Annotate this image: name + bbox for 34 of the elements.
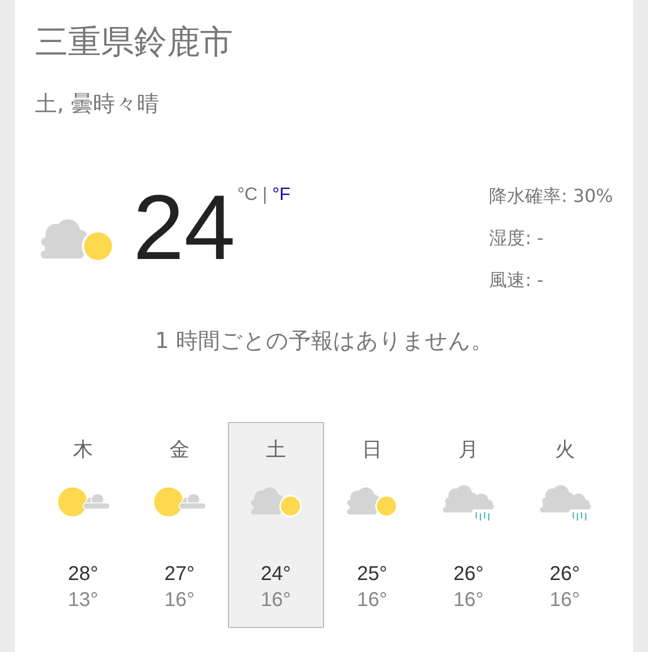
unit-toggle[interactable]: °F — [272, 184, 290, 205]
high-temperature: 26° — [550, 562, 580, 587]
day-name: 土 — [266, 436, 286, 463]
weather-summary: 土, 曇時々晴 — [35, 91, 160, 119]
location-title: 三重県鈴鹿市 — [35, 21, 234, 63]
high-temperature: 24° — [260, 562, 291, 587]
high-temperature: 28° — [68, 562, 98, 587]
day-forecast[interactable]: 日 25° 16° — [324, 422, 420, 628]
high-temperature: 25° — [357, 562, 388, 587]
day-name: 月 — [458, 436, 478, 463]
weather-detail: 風速: - — [489, 269, 544, 293]
day-forecast[interactable]: 土 24° 16° — [228, 422, 324, 628]
day-name: 金 — [169, 436, 190, 463]
day-forecast[interactable]: 月 26° 16° — [420, 422, 517, 628]
unit-toggle[interactable]: °C — [237, 184, 258, 205]
weather-detail: 降水確率: 30% — [489, 185, 613, 209]
day-name: 火 — [554, 436, 575, 463]
current-temperature: 24 — [133, 182, 236, 274]
low-temperature: 16° — [260, 588, 291, 613]
day-forecast[interactable]: 金 27° 16° — [131, 422, 228, 628]
day-name: 日 — [362, 436, 382, 463]
low-temperature: 16° — [164, 588, 195, 613]
day-name: 木 — [73, 436, 94, 463]
unit-separator: | — [262, 184, 268, 205]
low-temperature: 13° — [68, 588, 98, 613]
low-temperature: 16° — [453, 588, 484, 613]
weather-detail: 湿度: - — [489, 227, 544, 251]
high-temperature: 26° — [453, 562, 484, 587]
low-temperature: 16° — [357, 588, 388, 613]
high-temperature: 27° — [164, 562, 195, 587]
hourly-message: 1 時間ごとの予報はありません。 — [154, 328, 494, 356]
low-temperature: 16° — [550, 588, 580, 613]
day-forecast[interactable]: 火 26° 16° — [516, 422, 613, 628]
day-forecast[interactable]: 木 28° 13° — [35, 422, 132, 628]
